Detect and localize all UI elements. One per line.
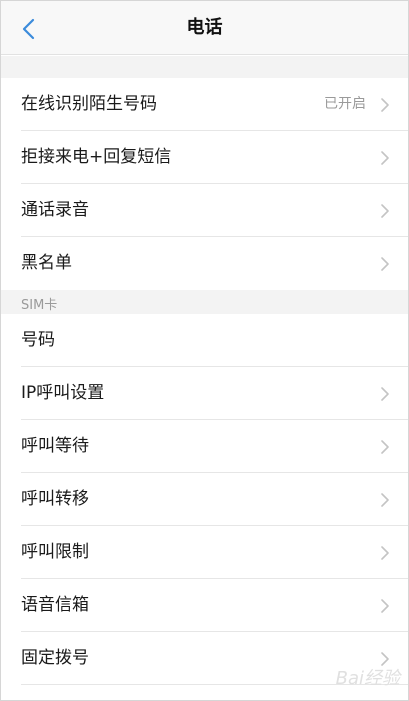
row-online-caller-id[interactable]: 在线识别陌生号码 已开启 bbox=[1, 78, 408, 131]
row-voicemail[interactable]: 语音信箱 bbox=[1, 579, 408, 632]
phone-screen: 电话 在线识别陌生号码 已开启 拒接来电+回复短信 通话录音 黑名单 SIM卡 … bbox=[0, 0, 409, 701]
section-header-sim: SIM卡 bbox=[1, 290, 408, 314]
section-gap bbox=[1, 56, 408, 78]
watermark: Bai经验 bbox=[335, 668, 400, 689]
row-label: 在线识别陌生号码 bbox=[21, 94, 157, 114]
row-call-forwarding[interactable]: 呼叫转移 bbox=[1, 473, 408, 526]
row-blacklist[interactable]: 黑名单 bbox=[1, 237, 408, 290]
section-label: SIM卡 bbox=[21, 298, 58, 313]
page-title: 电话 bbox=[186, 17, 223, 38]
row-ip-call-settings[interactable]: IP呼叫设置 bbox=[1, 367, 408, 420]
chevron-right-icon bbox=[381, 204, 389, 218]
row-call-barring[interactable]: 呼叫限制 bbox=[1, 526, 408, 579]
row-label: 通话录音 bbox=[21, 200, 89, 220]
chevron-right-icon bbox=[381, 257, 389, 271]
row-call-waiting[interactable]: 呼叫等待 bbox=[1, 420, 408, 473]
chevron-right-icon bbox=[381, 493, 389, 507]
row-label: IP呼叫设置 bbox=[21, 383, 105, 403]
row-reject-reply-sms[interactable]: 拒接来电+回复短信 bbox=[1, 131, 408, 184]
row-label: 呼叫等待 bbox=[21, 436, 89, 456]
row-label: 语音信箱 bbox=[21, 595, 89, 615]
top-bar: 电话 bbox=[1, 1, 408, 55]
chevron-right-icon bbox=[381, 440, 389, 454]
row-call-recording[interactable]: 通话录音 bbox=[1, 184, 408, 237]
chevron-right-icon bbox=[381, 546, 389, 560]
row-label: 呼叫转移 bbox=[21, 489, 89, 509]
row-label: 黑名单 bbox=[21, 253, 72, 273]
row-number[interactable]: 号码 bbox=[1, 314, 408, 367]
row-label: 拒接来电+回复短信 bbox=[21, 147, 172, 167]
row-label: 呼叫限制 bbox=[21, 542, 89, 562]
chevron-right-icon bbox=[381, 387, 389, 401]
row-label: 固定拨号 bbox=[21, 648, 89, 668]
chevron-right-icon bbox=[381, 151, 389, 165]
chevron-right-icon bbox=[381, 599, 389, 613]
row-label: 号码 bbox=[21, 330, 55, 350]
status-value: 已开启 bbox=[324, 96, 366, 112]
chevron-right-icon bbox=[381, 98, 389, 112]
